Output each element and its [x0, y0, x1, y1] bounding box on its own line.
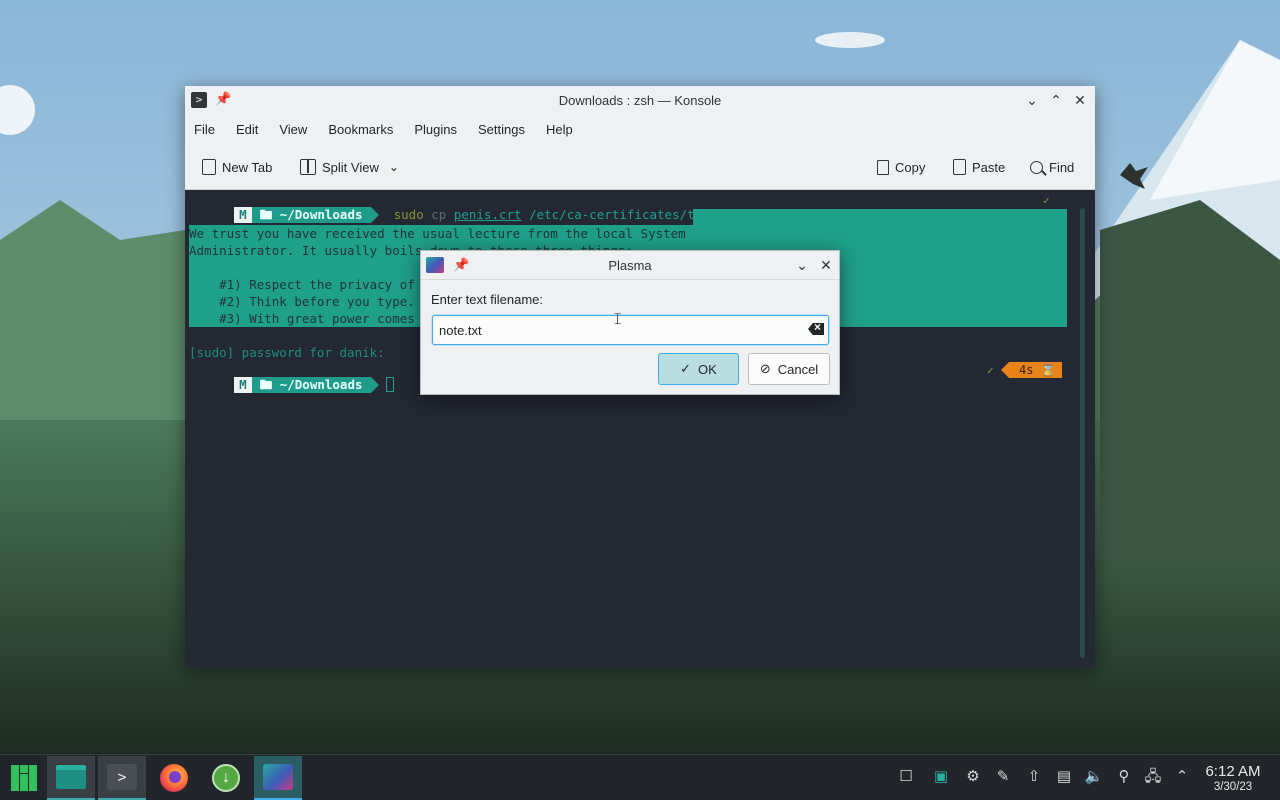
plasma-icon	[263, 764, 293, 790]
find-label: Find	[1049, 159, 1075, 175]
copy-icon	[877, 159, 889, 175]
menu-file[interactable]: File	[194, 122, 215, 137]
minimize-button[interactable]: ⌄	[1023, 91, 1041, 109]
plasma-dialog: 📌 Plasma ⌄ ✕ Enter text filename: note.t…	[420, 250, 840, 395]
cancel-label: Cancel	[777, 361, 819, 377]
menu-view[interactable]: View	[279, 122, 307, 137]
status-check-icon: ✓	[1043, 194, 1050, 207]
close-button[interactable]: ✕	[817, 256, 835, 274]
mouse-ibeam-cursor: 𝙸	[612, 312, 623, 328]
find-button[interactable]: Find	[1030, 156, 1074, 178]
folder-icon	[56, 765, 86, 789]
dialog-title: Plasma	[608, 258, 652, 273]
clock-time: 6:12 AM	[1205, 763, 1261, 780]
new-tab-label: New Tab	[222, 159, 273, 175]
command-timer-text: 4s	[1019, 363, 1034, 377]
text-cursor	[386, 377, 395, 392]
dialog-titlebar[interactable]: 📌 Plasma ⌄ ✕	[421, 251, 839, 280]
menu-bookmarks[interactable]: Bookmarks	[328, 122, 393, 137]
updates-icon[interactable]: ⇧	[1024, 767, 1044, 787]
kde-connect-icon[interactable]: ⚙	[963, 767, 983, 787]
paste-label: Paste	[972, 159, 1006, 175]
second-prompt: M 🖿 ~/Downloads	[189, 362, 395, 408]
taskbar-dolphin[interactable]	[47, 756, 95, 800]
notes-icon[interactable]: ✎	[993, 767, 1013, 787]
taskbar-plasma-dialog[interactable]	[254, 756, 302, 800]
paste-icon	[953, 159, 966, 175]
prompt-arrow	[370, 207, 379, 223]
filename-label: Enter text filename:	[431, 292, 543, 307]
clipboard-app-icon[interactable]: ▣	[931, 767, 951, 787]
terminal-icon: >	[107, 764, 137, 790]
prompt-directory-text: ~/Downloads	[279, 207, 363, 222]
prompt-os-icon-2: M	[234, 377, 252, 393]
copy-button[interactable]: Copy	[877, 156, 925, 178]
command-timer-badge: 4s ⌛	[1009, 362, 1062, 378]
copy-label: Copy	[895, 159, 926, 175]
prompt-directory: 🖿 ~/Downloads	[251, 207, 371, 223]
paste-button[interactable]: Paste	[953, 156, 1005, 178]
show-desktop-icon[interactable]: ☐	[896, 767, 916, 787]
terminal-scrollbar[interactable]	[1080, 208, 1085, 658]
clock[interactable]: 6:12 AM 3/30/23	[1198, 763, 1268, 794]
taskbar: > ↓ ☐ ▣ ⚙ ✎ ⇧ ▤ 🔈 ⚲ 🖧 ⌃ 6:12 AM 3/30/23	[0, 754, 1280, 800]
cancel-button[interactable]: ⊘ Cancel	[748, 353, 830, 385]
volume-icon[interactable]: 🔈	[1084, 767, 1104, 787]
chevron-down-icon[interactable]: ⌄	[389, 160, 399, 174]
cmd-source: penis.crt	[453, 207, 522, 222]
menu-edit[interactable]: Edit	[236, 122, 258, 137]
ok-button[interactable]: ✓ OK	[658, 353, 739, 385]
lecture-line-5: #2) Think before you type.	[189, 294, 415, 309]
prompt-arrow-2	[370, 377, 379, 393]
ok-label: OK	[698, 361, 717, 377]
filename-input[interactable]: note.txt	[432, 315, 829, 345]
konsole-titlebar[interactable]: > 📌 Downloads : zsh — Konsole ⌄ ⌃ ✕	[185, 86, 1095, 114]
new-tab-button[interactable]: New Tab	[202, 156, 272, 178]
timer-arrow	[1001, 362, 1009, 378]
sudo-password-prompt: [sudo] password for danik:	[189, 345, 385, 360]
cmd-cp: cp	[431, 207, 447, 222]
window-title: Downloads : zsh — Konsole	[558, 92, 722, 108]
prompt-directory-text-2: ~/Downloads	[279, 377, 363, 392]
split-view-icon	[300, 159, 316, 175]
menu-help[interactable]: Help	[546, 122, 573, 137]
menu-plugins[interactable]: Plugins	[414, 122, 457, 137]
new-tab-icon	[202, 159, 216, 175]
menu-settings[interactable]: Settings	[478, 122, 525, 137]
status-check-icon-2: ✓	[987, 364, 994, 377]
download-icon: ↓	[212, 764, 240, 792]
checkmark-icon: ✓	[680, 361, 692, 376]
split-view-label: Split View	[322, 159, 379, 175]
selection-highlight-top	[693, 209, 1067, 226]
clipboard-icon[interactable]: ▤	[1054, 767, 1074, 787]
cmd-sudo: sudo	[393, 207, 424, 222]
cancel-icon: ⊘	[759, 361, 771, 376]
application-launcher[interactable]	[0, 756, 48, 800]
firefox-icon	[160, 764, 188, 792]
lecture-line-1: We trust you have received the usual lec…	[189, 226, 686, 241]
maximize-button[interactable]: ⌃	[1047, 91, 1065, 109]
usb-device-icon[interactable]: ⚲	[1114, 767, 1134, 787]
clock-date: 3/30/23	[1213, 781, 1253, 793]
menubar: File Edit View Bookmarks Plugins Setting…	[185, 114, 1095, 144]
prompt-directory-2: 🖿 ~/Downloads	[251, 377, 371, 393]
taskbar-downloader[interactable]: ↓	[202, 756, 250, 800]
taskbar-konsole[interactable]: >	[98, 756, 146, 800]
chevron-up-icon[interactable]: ⌃	[1172, 767, 1192, 787]
search-icon	[1030, 160, 1043, 174]
close-button[interactable]: ✕	[1071, 91, 1089, 109]
split-view-button[interactable]: Split View ⌄	[300, 156, 399, 178]
toolbar: New Tab Split View ⌄ Copy Paste Find	[185, 144, 1095, 190]
minimize-button[interactable]: ⌄	[793, 256, 811, 274]
taskbar-firefox[interactable]	[150, 756, 198, 800]
manjaro-logo-icon	[11, 765, 37, 791]
prompt-os-icon: M	[234, 207, 252, 223]
network-icon[interactable]: 🖧	[1143, 767, 1163, 787]
